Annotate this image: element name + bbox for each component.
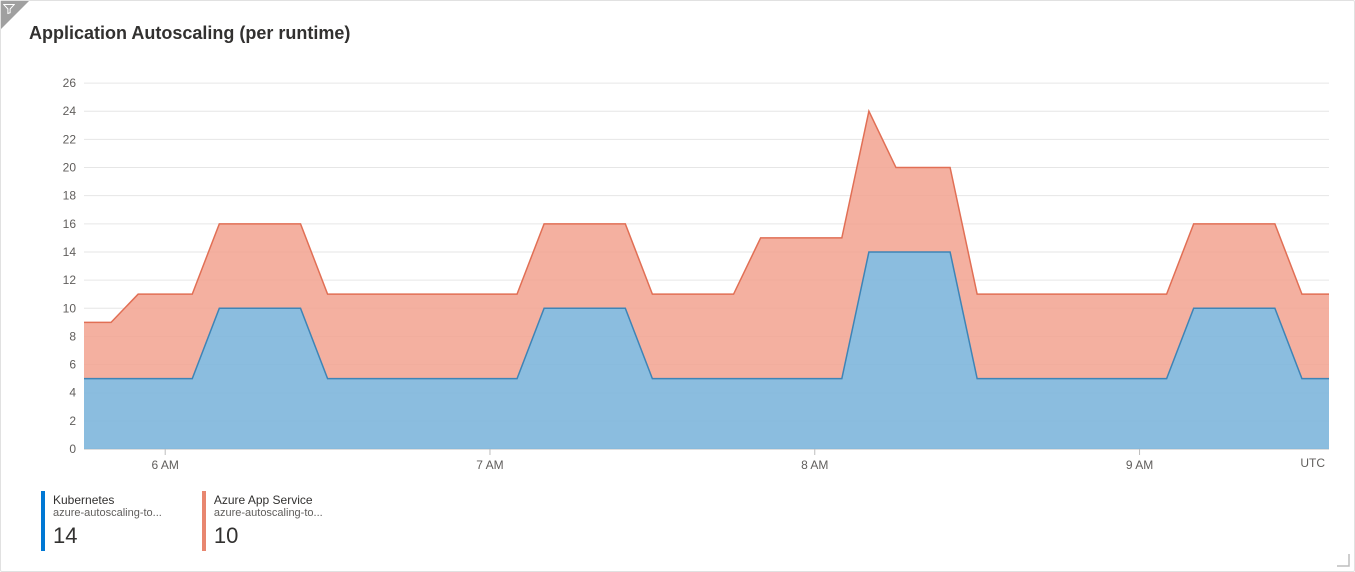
legend-name: Kubernetes [53,493,162,507]
legend-name: Azure App Service [214,493,323,507]
svg-text:20: 20 [63,161,77,175]
legend-swatch [202,491,206,551]
legend-swatch [41,491,45,551]
svg-text:6 AM: 6 AM [152,458,179,469]
svg-text:16: 16 [63,217,77,231]
svg-text:18: 18 [63,189,77,203]
chart-tile: Application Autoscaling (per runtime) 0 2… [0,0,1355,572]
svg-text:6: 6 [69,358,76,372]
svg-text:7 AM: 7 AM [476,458,503,469]
svg-text:4: 4 [69,386,76,400]
svg-text:26: 26 [63,76,77,90]
chart-title: Application Autoscaling (per runtime) [29,23,350,44]
svg-text:24: 24 [63,104,77,118]
filter-corner[interactable] [1,1,29,29]
svg-text:8 AM: 8 AM [801,458,828,469]
svg-text:2: 2 [69,414,76,428]
legend-item-kubernetes[interactable]: Kubernetes azure-autoscaling-to... 14 [41,491,162,551]
svg-text:12: 12 [63,273,77,287]
legend-value: 14 [53,523,162,549]
legend-sub: azure-autoscaling-to... [53,507,162,520]
resize-handle-icon[interactable] [1336,553,1350,567]
svg-text:9 AM: 9 AM [1126,458,1153,469]
svg-text:22: 22 [63,132,77,146]
svg-text:14: 14 [63,245,77,259]
svg-text:8: 8 [69,329,76,343]
timezone-label: UTC [1300,456,1325,469]
chart-plot: 02468101214161820222426 6 AM7 AM8 AM9 AM… [29,59,1329,469]
filter-icon [3,3,15,15]
legend-value: 10 [214,523,323,549]
svg-text:10: 10 [63,301,77,315]
legend-sub: azure-autoscaling-to... [214,507,323,520]
legend-item-azure[interactable]: Azure App Service azure-autoscaling-to..… [202,491,323,551]
svg-text:0: 0 [69,442,76,456]
chart-legend: Kubernetes azure-autoscaling-to... 14 Az… [41,491,323,551]
